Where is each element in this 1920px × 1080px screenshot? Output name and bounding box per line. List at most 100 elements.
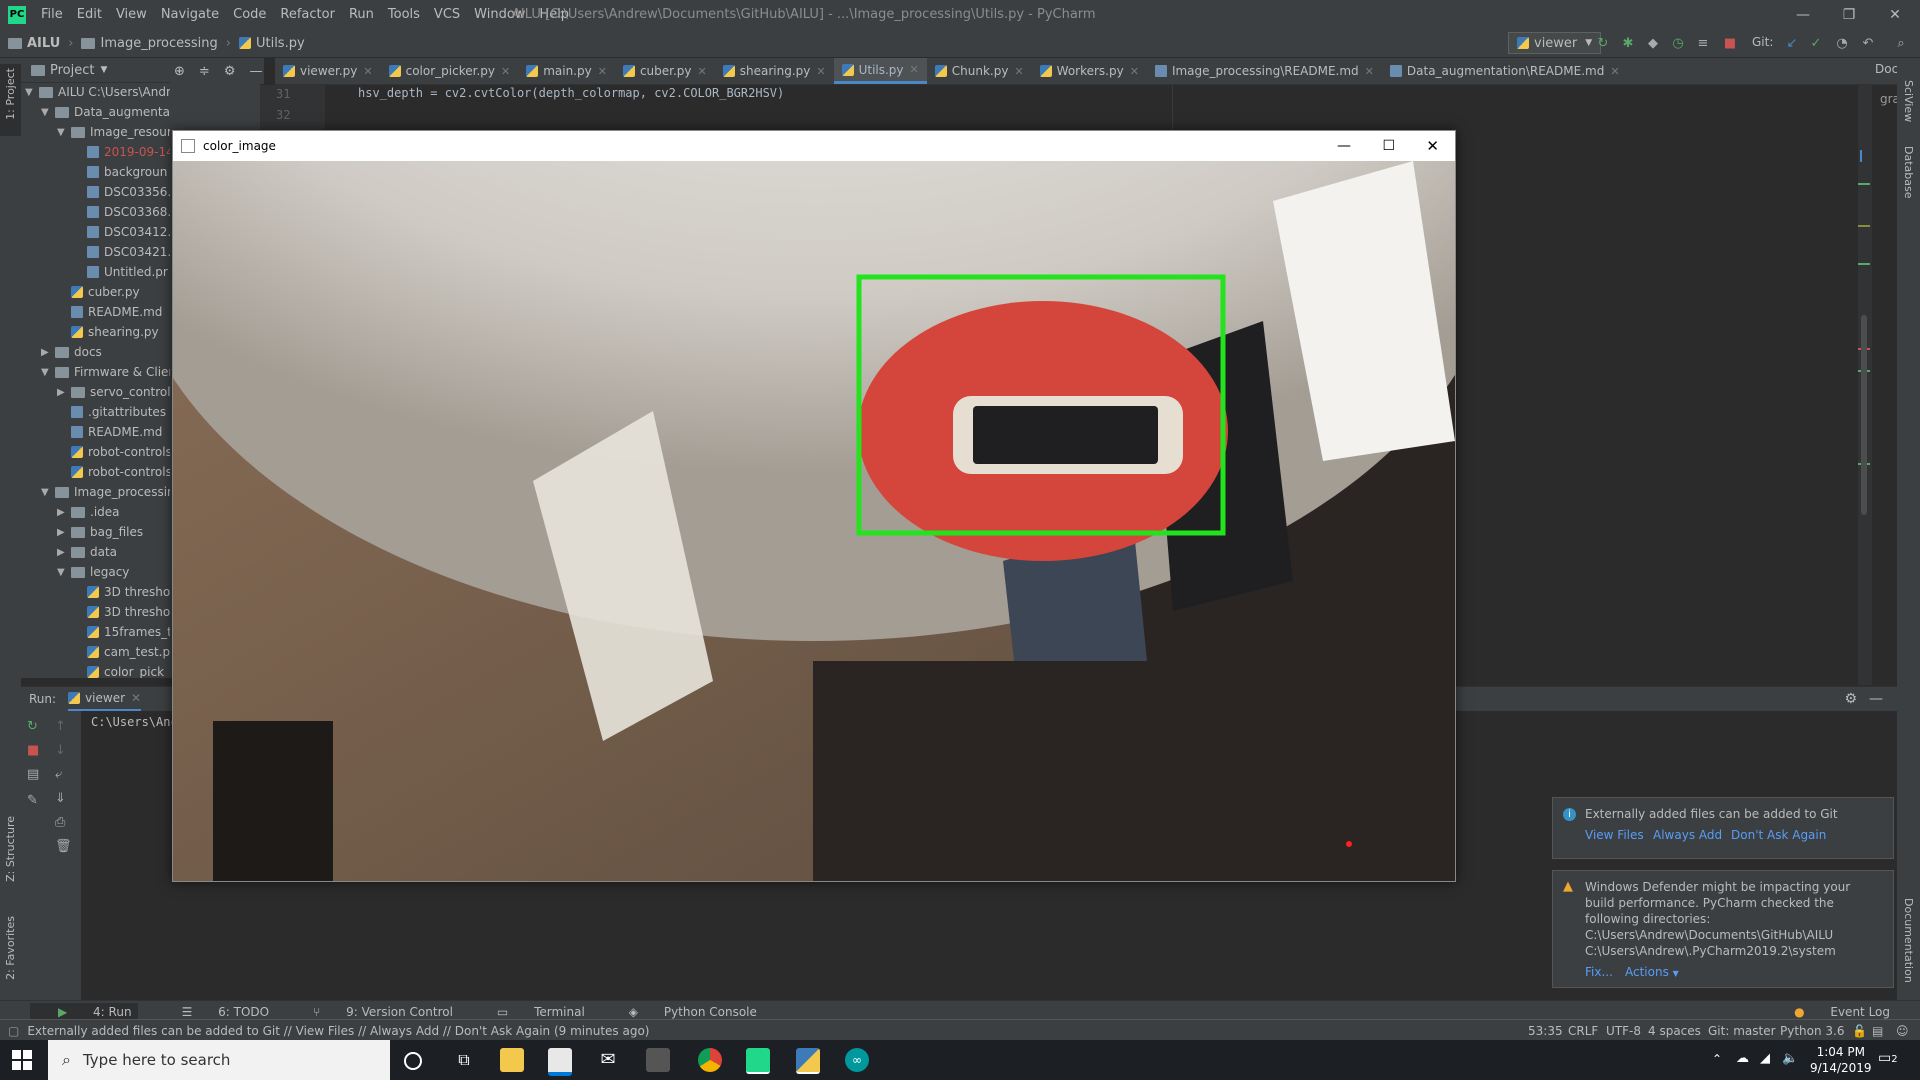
chevron-right-icon[interactable]: ▶ [57, 547, 71, 558]
clock[interactable]: 1:04 PM 9/14/2019 [1810, 1044, 1872, 1076]
chevron-down-icon[interactable]: ▼ [57, 127, 71, 138]
close-icon[interactable]: ✕ [1872, 0, 1918, 29]
mail-icon[interactable]: ✉ [596, 1048, 620, 1072]
close-tab-icon[interactable]: ✕ [1130, 65, 1139, 78]
line-separator[interactable]: CRLF [1568, 1024, 1598, 1038]
editor-tab[interactable]: main.py ✕ [518, 58, 615, 84]
up-icon[interactable]: ↑ [55, 719, 66, 734]
close-tab-icon[interactable]: ✕ [501, 65, 510, 78]
code-line[interactable]: hsv_depth = cv2.cvtColor(depth_colormap,… [358, 86, 784, 100]
menu-edit[interactable]: Edit [70, 7, 109, 22]
close-icon[interactable]: ✕ [1426, 137, 1439, 155]
search-icon[interactable]: ⌕ [1893, 35, 1909, 51]
tree-item[interactable]: README.md [57, 422, 162, 442]
app-icon[interactable] [646, 1048, 670, 1072]
restore-icon[interactable]: ❐ [1826, 0, 1872, 29]
version-control-tool-button[interactable]: ⑂ 9: Version Control [291, 1005, 453, 1019]
trash-icon[interactable]: 🗑 [55, 839, 72, 854]
status-toggle-icon[interactable]: ▢ [8, 1024, 19, 1038]
tree-item[interactable]: .gitattributes [57, 402, 166, 422]
git-commit-icon[interactable]: ✓ [1808, 35, 1824, 51]
menu-vcs[interactable]: VCS [427, 7, 467, 22]
actions-link[interactable]: Actions ▼ [1625, 965, 1679, 979]
tree-item[interactable]: ▼ Image_processing [41, 482, 170, 502]
tree-item[interactable]: DSC03356. [73, 182, 170, 202]
tree-item[interactable]: ▼ Data_augmentation [41, 102, 170, 122]
always-add-link[interactable]: Always Add [1653, 828, 1722, 842]
chevron-right-icon[interactable]: ▶ [57, 507, 71, 518]
minimize-icon[interactable]: — [1337, 138, 1351, 154]
todo-tool-button[interactable]: ☰ 6: TODO [160, 1005, 270, 1019]
close-tab-icon[interactable]: ✕ [598, 65, 607, 78]
revert-icon[interactable]: ↶ [1860, 35, 1876, 51]
breadcrumb-file[interactable]: Utils.py [238, 36, 305, 51]
onedrive-icon[interactable]: ☁ [1736, 1051, 1749, 1066]
tree-item[interactable]: ▼ legacy [57, 562, 129, 582]
python-taskbar-icon[interactable] [796, 1048, 820, 1074]
documentation-tool-button[interactable]: Documentation [1902, 898, 1915, 983]
memory-icon[interactable]: ▤ [1872, 1024, 1883, 1038]
stop-icon[interactable]: ■ [1722, 35, 1738, 51]
tree-item[interactable]: robot-controls [57, 442, 170, 462]
editor-tab[interactable]: color_picker.py ✕ [381, 58, 519, 84]
menu-view[interactable]: View [109, 7, 154, 22]
windows-start-icon[interactable] [12, 1050, 32, 1070]
menu-file[interactable]: File [34, 7, 70, 22]
breadcrumb-root[interactable]: AILU [8, 36, 60, 51]
sciview-tool-button[interactable]: SciView [1902, 80, 1915, 122]
editor-tab[interactable]: shearing.py ✕ [715, 58, 834, 84]
menu-navigate[interactable]: Navigate [154, 7, 226, 22]
wifi-icon[interactable]: ◢ [1760, 1051, 1770, 1066]
fix-link[interactable]: Fix... [1585, 965, 1613, 979]
stop-icon[interactable]: ■ [27, 743, 39, 758]
arduino-icon[interactable]: ∞ [845, 1048, 869, 1072]
tree-item[interactable]: robot-controls [57, 462, 170, 482]
editor-area[interactable] [1454, 85, 1884, 685]
chevron-down-icon[interactable]: ▼ [41, 487, 55, 498]
maximize-icon[interactable]: ☐ [1382, 138, 1395, 154]
python-console-tool-button[interactable]: ◈ Python Console [607, 1005, 757, 1019]
inspector-icon[interactable]: ☺ [1896, 1024, 1909, 1038]
tree-item[interactable]: cam_test.p [73, 642, 170, 662]
tree-item[interactable]: ▶ docs [41, 342, 102, 362]
taskbar-search-input[interactable]: ⌕ Type here to search [48, 1040, 390, 1080]
menu-code[interactable]: Code [226, 7, 273, 22]
tree-item[interactable]: 15frames_t [73, 622, 170, 642]
tree-item[interactable]: ▼ AILU C:\Users\Andrew\Documents\Gi [25, 82, 170, 102]
close-tab-icon[interactable]: ✕ [816, 65, 825, 78]
history-icon[interactable]: ◔ [1834, 35, 1850, 51]
database-tool-button[interactable]: Database [1902, 146, 1915, 199]
action-center-icon[interactable]: ▭2 [1878, 1050, 1898, 1066]
indent-setting[interactable]: 4 spaces [1648, 1024, 1701, 1038]
lock-icon[interactable]: 🔓 [1852, 1024, 1867, 1038]
close-tab-icon[interactable]: ✕ [1014, 65, 1023, 78]
tree-item[interactable]: ▶ data [57, 542, 117, 562]
editor-tab[interactable]: Chunk.py ✕ [927, 58, 1032, 84]
editor-tab[interactable]: viewer.py ✕ [275, 58, 381, 84]
editor-tab[interactable]: Data_augmentation\README.md ✕ [1382, 58, 1628, 84]
soft-wrap-icon[interactable]: ⤶ [55, 767, 62, 782]
run-tab-viewer[interactable]: viewer ✕ [68, 687, 142, 711]
tree-item[interactable]: README.md [57, 302, 162, 322]
chevron-right-icon[interactable]: ▶ [57, 527, 71, 538]
chevron-down-icon[interactable]: ▼ [41, 107, 55, 118]
status-message[interactable]: Externally added files can be added to G… [27, 1024, 649, 1038]
profile-icon[interactable]: ◷ [1670, 35, 1686, 51]
down-icon[interactable]: ↓ [55, 743, 66, 758]
chevron-right-icon[interactable]: ▶ [41, 347, 55, 358]
locate-icon[interactable]: ⊕ [174, 64, 185, 79]
event-log-button[interactable]: ● Event Log [1772, 1005, 1890, 1019]
breadcrumb-folder[interactable]: Image_processing [81, 36, 218, 51]
python-interpreter[interactable]: Python 3.6 [1780, 1024, 1845, 1038]
store-icon[interactable] [548, 1048, 572, 1076]
volume-icon[interactable]: 🔈 [1782, 1051, 1798, 1066]
chevron-down-icon[interactable]: ▼ [25, 87, 39, 98]
editor-tab[interactable]: Image_processing\README.md ✕ [1147, 58, 1382, 84]
coverage-icon[interactable]: ◆ [1645, 35, 1661, 51]
tree-item[interactable]: ▼ Firmware & Clien [41, 362, 170, 382]
gear-icon[interactable]: ⚙ [224, 64, 236, 79]
view-files-link[interactable]: View Files [1585, 828, 1644, 842]
tree-item[interactable]: cuber.py [57, 282, 140, 302]
tree-item[interactable]: 3D thresho [73, 582, 170, 602]
caret-position[interactable]: 53:35 [1528, 1024, 1563, 1038]
